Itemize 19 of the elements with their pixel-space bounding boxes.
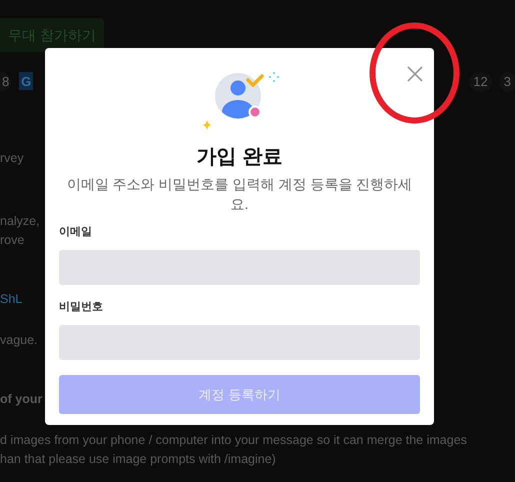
field-label: 비밀번호 bbox=[59, 300, 103, 315]
close-icon[interactable] bbox=[406, 65, 424, 83]
body-text: nalyze, bbox=[0, 212, 40, 230]
logo-badge: G bbox=[19, 72, 34, 90]
body-text: rove bbox=[0, 232, 24, 248]
text-link[interactable]: ShL bbox=[0, 290, 22, 308]
input-field[interactable] bbox=[59, 250, 420, 285]
body-text: of your bbox=[0, 390, 42, 408]
dialog-subtitle: 이메일 주소와 비밀번호를 입력해 계정 등록을 진행하세요. bbox=[66, 175, 414, 214]
body-text: d images from your phone / computer into your message so it can merge the images bbox=[0, 432, 467, 449]
field-label: 이메일 bbox=[59, 225, 92, 240]
input-field[interactable] bbox=[59, 325, 420, 360]
body-text: vague. bbox=[0, 332, 38, 349]
count-chip: 3 bbox=[500, 72, 515, 92]
body-text: han that please use image prompts with /imagine) bbox=[0, 450, 276, 468]
count-chip: 12 bbox=[469, 72, 492, 92]
count-chip: 8 bbox=[0, 72, 12, 92]
body-text: rvey bbox=[0, 150, 24, 167]
dialog-title: 가입 완료 bbox=[196, 145, 282, 170]
